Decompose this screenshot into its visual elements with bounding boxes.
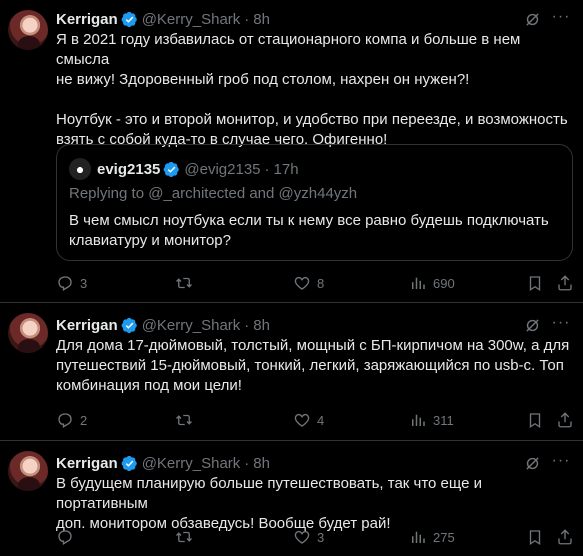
views-icon <box>409 411 427 429</box>
reply-button[interactable]: 3 <box>56 273 87 293</box>
action-bar: 3 8 690 <box>56 273 576 293</box>
more-icon[interactable]: ··· <box>551 453 571 474</box>
tweet-text: Для дома 17-дюймовый, толстый, мощный с … <box>56 337 570 394</box>
share-icon <box>556 274 574 292</box>
timestamp[interactable]: 8h <box>253 455 270 472</box>
like-button[interactable]: 4 <box>293 410 324 430</box>
tweet-header: Kerrigan @Kerry_Shark · 8h <box>56 453 270 473</box>
grok-icon[interactable] <box>524 317 541 334</box>
share-icon <box>556 528 574 546</box>
views-button[interactable]: 275 <box>409 527 455 547</box>
replying-prefix: Replying to <box>69 185 145 202</box>
retweet-icon <box>175 411 193 429</box>
retweet-button[interactable] <box>175 527 199 547</box>
like-icon <box>293 528 311 546</box>
author-name[interactable]: Kerrigan <box>56 11 118 28</box>
share-icon <box>556 411 574 429</box>
like-icon <box>293 274 311 292</box>
separator-dot: · <box>244 10 250 28</box>
retweet-icon <box>175 274 193 292</box>
like-count: 3 <box>317 529 325 545</box>
reply-count: 3 <box>80 275 88 291</box>
tweet-header: Kerrigan @Kerry_Shark · 8h <box>56 315 270 335</box>
tweet[interactable]: Kerrigan @Kerry_Shark · 8h ··· В будущем… <box>0 441 583 556</box>
timestamp[interactable]: 8h <box>253 317 270 334</box>
views-count: 690 <box>433 275 455 291</box>
timestamp[interactable]: 8h <box>253 11 270 28</box>
bookmark-button[interactable] <box>526 410 544 430</box>
verified-badge-icon <box>163 161 180 178</box>
replying-to-user-2[interactable]: @yzh44yzh <box>279 185 358 202</box>
views-button[interactable]: 311 <box>409 410 454 430</box>
verified-badge-icon <box>121 455 138 472</box>
grok-icon[interactable] <box>524 455 541 472</box>
views-icon <box>409 274 427 292</box>
views-button[interactable]: 690 <box>409 273 455 293</box>
views-count: 275 <box>433 529 455 545</box>
reply-button[interactable] <box>56 527 80 547</box>
quote-author-handle: @evig2135 <box>184 160 261 178</box>
like-count: 8 <box>317 275 325 291</box>
separator-dot: · <box>244 316 250 334</box>
like-icon <box>293 411 311 429</box>
reply-icon <box>56 411 74 429</box>
replying-to-user-1[interactable]: @_architected <box>148 185 245 202</box>
quoted-tweet[interactable]: evig2135 @evig2135 · 17h Replying to @_a… <box>56 144 573 261</box>
author-name[interactable]: Kerrigan <box>56 317 118 334</box>
tweet-text: Я в 2021 году избавилась от стационарног… <box>56 31 568 148</box>
avatar <box>69 158 91 180</box>
tweet-text: В будущем планирую больше путешествовать… <box>56 475 482 532</box>
bookmark-icon <box>526 528 544 546</box>
tweet[interactable]: Kerrigan @Kerry_Shark · 8h ··· Для дома … <box>0 303 583 441</box>
separator-dot: · <box>244 454 250 472</box>
replying-and: and <box>249 185 275 202</box>
share-button[interactable] <box>556 527 574 547</box>
bookmark-icon <box>526 411 544 429</box>
avatar[interactable] <box>8 451 48 491</box>
verified-badge-icon <box>121 11 138 28</box>
retweet-icon <box>175 528 193 546</box>
quote-header: evig2135 @evig2135 · 17h <box>97 159 299 179</box>
share-button[interactable] <box>556 410 574 430</box>
separator-dot: · <box>264 160 270 178</box>
bookmark-icon <box>526 274 544 292</box>
quote-timestamp: 17h <box>273 160 299 178</box>
like-button[interactable]: 3 <box>293 527 324 547</box>
reply-icon <box>56 528 74 546</box>
author-handle[interactable]: @Kerry_Shark <box>142 11 241 28</box>
action-bar: 3 275 <box>56 527 576 547</box>
avatar[interactable] <box>8 313 48 353</box>
retweet-button[interactable] <box>175 410 199 430</box>
tweet[interactable]: Kerrigan @Kerry_Shark · 8h ··· Я в 2021 … <box>0 0 583 303</box>
quote-author-name: evig2135 <box>97 160 161 178</box>
more-icon[interactable]: ··· <box>551 315 571 336</box>
replying-to: Replying to @_architected and @yzh44yzh <box>69 185 357 202</box>
grok-icon[interactable] <box>524 11 541 28</box>
views-count: 311 <box>433 412 454 428</box>
avatar[interactable] <box>8 10 48 50</box>
action-bar: 2 4 311 <box>56 410 576 430</box>
verified-badge-icon <box>121 317 138 334</box>
retweet-button[interactable] <box>175 273 199 293</box>
share-button[interactable] <box>556 273 574 293</box>
like-count: 4 <box>317 412 325 428</box>
more-icon[interactable]: ··· <box>551 9 571 30</box>
reply-icon <box>56 274 74 292</box>
views-icon <box>409 528 427 546</box>
tweet-header: Kerrigan @Kerry_Shark · 8h <box>56 9 270 29</box>
quote-text: В чем смысл ноутбука если ты к нему все … <box>69 212 549 249</box>
author-handle[interactable]: @Kerry_Shark <box>142 455 241 472</box>
reply-button[interactable]: 2 <box>56 410 87 430</box>
author-name[interactable]: Kerrigan <box>56 455 118 472</box>
reply-count: 2 <box>80 412 88 428</box>
author-handle[interactable]: @Kerry_Shark <box>142 317 241 334</box>
like-button[interactable]: 8 <box>293 273 324 293</box>
bookmark-button[interactable] <box>526 273 544 293</box>
bookmark-button[interactable] <box>526 527 544 547</box>
